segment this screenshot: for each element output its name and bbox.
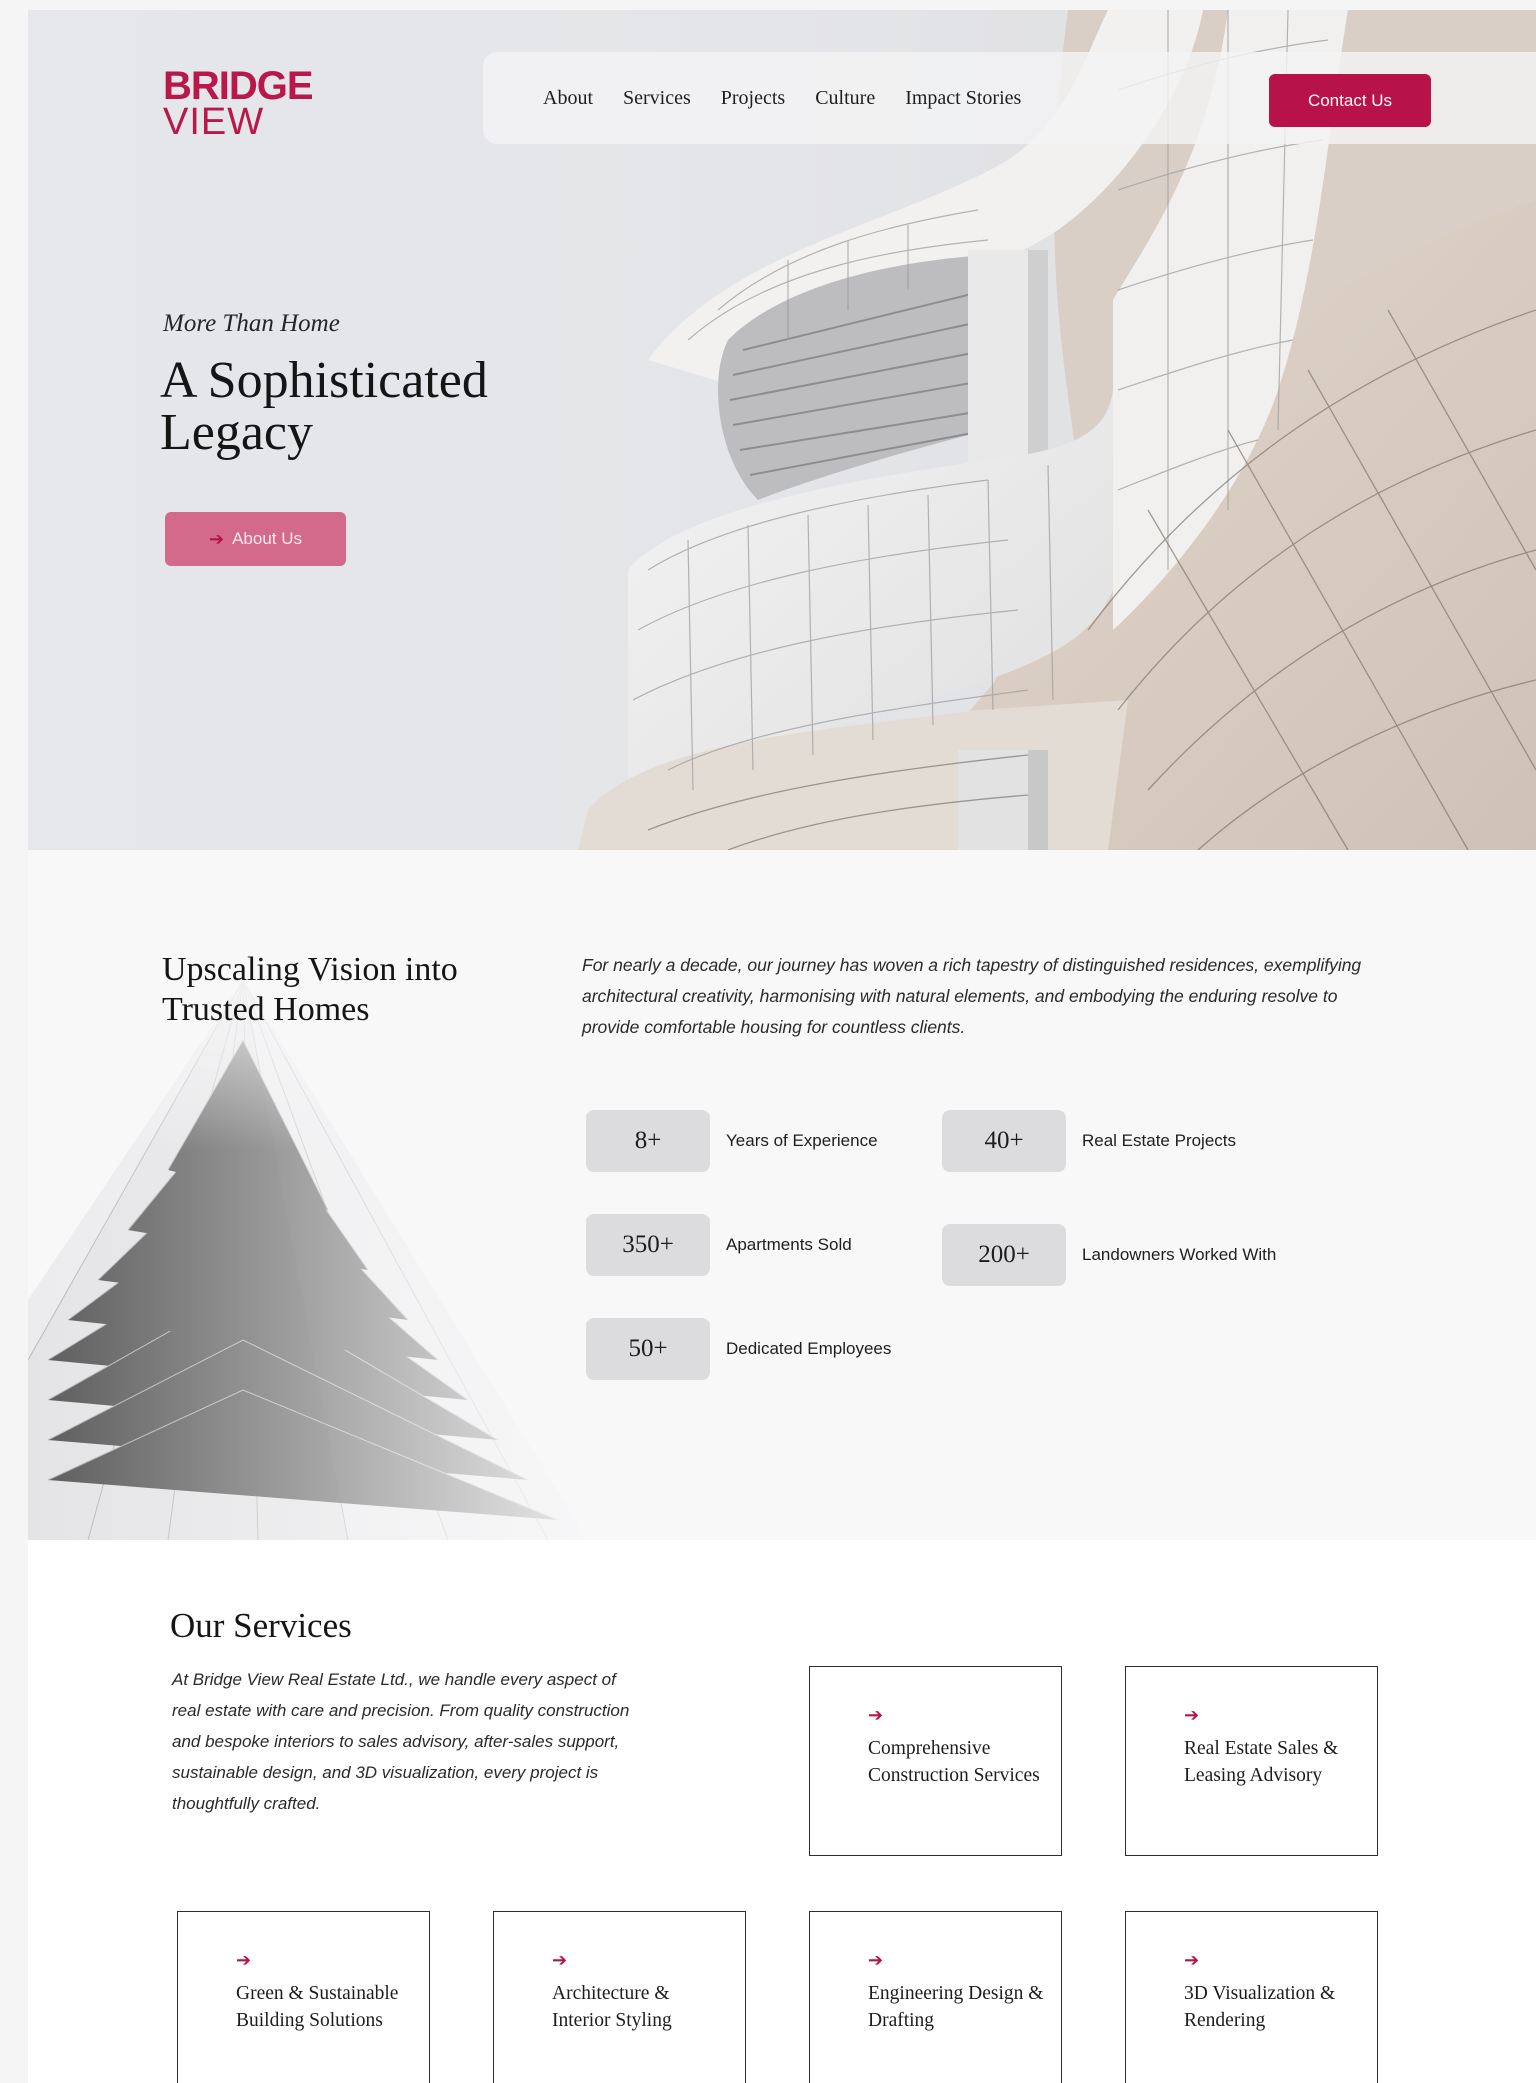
logo-word-bridge: BRIDGE (163, 64, 314, 108)
brand-logo[interactable]: BRIDGE VIEW (163, 64, 323, 143)
nav-link-services[interactable]: Services (623, 87, 691, 110)
stat-value: 40+ (942, 1110, 1066, 1172)
service-card-3d-visualization[interactable]: ➔ 3D Visualization & Rendering (1125, 1911, 1378, 2083)
service-card-label: Engineering Design & Drafting (868, 1983, 1044, 2031)
service-card-sales-leasing[interactable]: ➔ Real Estate Sales & Leasing Advisory (1125, 1666, 1378, 1856)
stat-label: Dedicated Employees (726, 1339, 892, 1358)
services-section: Our Services At Bridge View Real Estate … (28, 1540, 1536, 2083)
tower-image (28, 940, 648, 1540)
service-card-construction[interactable]: ➔ Comprehensive Construction Services (809, 1666, 1062, 1856)
stat-real-estate-projects: 40+ Real Estate Projects (942, 1110, 1236, 1172)
stat-value: 350+ (586, 1214, 710, 1276)
service-card-label: Real Estate Sales & Leasing Advisory (1184, 1738, 1339, 1786)
hero-section: BRIDGE VIEW About Services Projects Cult… (28, 10, 1536, 850)
about-us-button-label: About Us (232, 529, 303, 548)
hero-title: A Sophisticated Legacy (160, 352, 488, 461)
logo-word-view: VIEW (163, 100, 265, 143)
main-navigation: About Services Projects Culture Impact S… (483, 52, 1536, 144)
stat-label: Apartments Sold (726, 1235, 852, 1254)
stat-label: Real Estate Projects (1082, 1131, 1237, 1150)
stat-dedicated-employees: 50+ Dedicated Employees (586, 1318, 891, 1380)
stat-label: Landowners Worked With (1082, 1245, 1277, 1264)
stat-years-experience: 8+ Years of Experience (586, 1110, 878, 1172)
arrow-right-icon: ➔ (552, 1950, 568, 1970)
about-section: Upscaling Vision into Trusted Homes For … (28, 850, 1536, 1540)
arrow-right-icon: ➔ (868, 1705, 884, 1725)
service-card-label: Comprehensive Construction Services (868, 1738, 1040, 1786)
about-description: For nearly a decade, our journey has wov… (582, 955, 1362, 1037)
service-card-architecture-interior[interactable]: ➔ Architecture & Interior Styling (493, 1911, 746, 2083)
stat-value: 50+ (586, 1318, 710, 1380)
arrow-right-icon: ➔ (1184, 1950, 1200, 1970)
stat-apartments-sold: 350+ Apartments Sold (586, 1214, 852, 1276)
hero-eyebrow: More Than Home (163, 310, 340, 337)
stat-value: 8+ (586, 1110, 710, 1172)
service-card-label: Architecture & Interior Styling (552, 1983, 672, 2031)
arrow-right-icon: ➔ (868, 1950, 884, 1970)
stat-value: 200+ (942, 1224, 1066, 1286)
service-card-engineering[interactable]: ➔ Engineering Design & Drafting (809, 1911, 1062, 2083)
nav-link-about[interactable]: About (543, 87, 593, 110)
stat-label: Years of Experience (726, 1131, 878, 1150)
service-card-label: 3D Visualization & Rendering (1184, 1983, 1336, 2031)
arrow-right-icon: ➔ (236, 1950, 252, 1970)
nav-link-impact-stories[interactable]: Impact Stories (905, 87, 1021, 110)
arrow-right-icon: ➔ (1184, 1705, 1200, 1725)
services-description: At Bridge View Real Estate Ltd., we hand… (172, 1670, 630, 1813)
nav-link-projects[interactable]: Projects (721, 87, 785, 110)
nav-link-culture[interactable]: Culture (815, 87, 875, 110)
nav-links: About Services Projects Culture Impact S… (543, 52, 1021, 144)
arrow-right-icon: ➔ (208, 528, 225, 549)
page: BRIDGE VIEW About Services Projects Cult… (28, 10, 1536, 2083)
about-title: Upscaling Vision into Trusted Homes (162, 951, 458, 1028)
contact-us-button[interactable]: Contact Us (1269, 74, 1431, 127)
about-us-button[interactable]: ➔ About Us (165, 512, 346, 566)
service-card-green-building[interactable]: ➔ Green & Sustainable Building Solutions (177, 1911, 430, 2083)
service-card-label: Green & Sustainable Building Solutions (236, 1983, 399, 2031)
stat-landowners: 200+ Landowners Worked With (942, 1224, 1276, 1286)
services-title: Our Services (170, 1606, 352, 1645)
